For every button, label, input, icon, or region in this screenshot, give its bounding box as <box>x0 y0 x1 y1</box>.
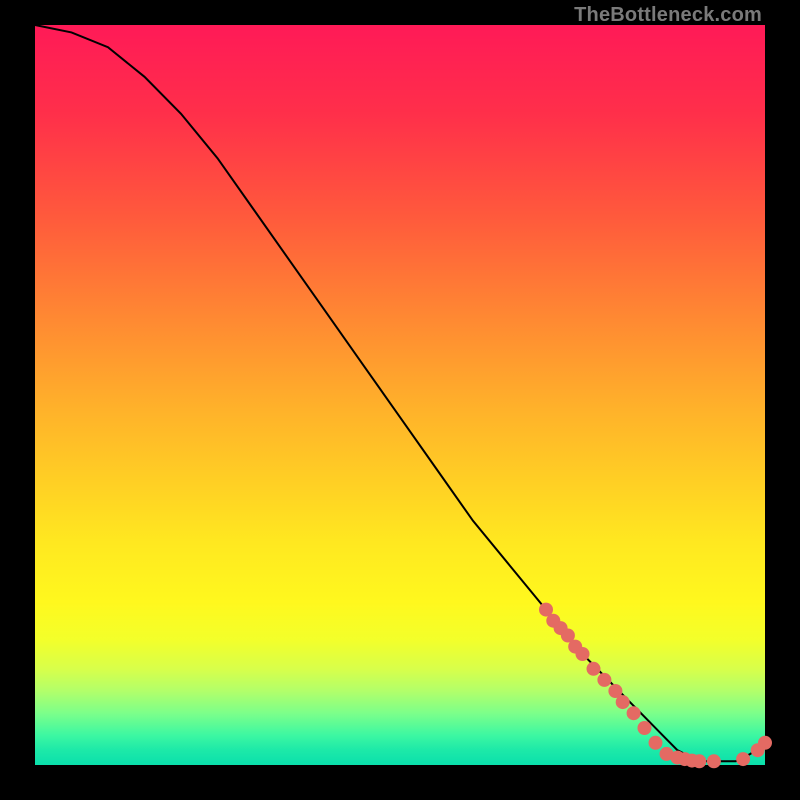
data-point <box>576 647 590 661</box>
data-points-group <box>539 603 772 769</box>
data-point <box>597 673 611 687</box>
data-point <box>758 736 772 750</box>
data-point <box>692 754 706 768</box>
data-point <box>587 662 601 676</box>
bottleneck-curve <box>35 25 765 761</box>
data-point <box>736 752 750 766</box>
data-point <box>616 695 630 709</box>
chart-stage: TheBottleneck.com <box>0 0 800 800</box>
watermark-text: TheBottleneck.com <box>574 4 762 27</box>
data-point <box>649 736 663 750</box>
chart-overlay <box>35 25 765 765</box>
data-point <box>638 721 652 735</box>
data-point <box>627 706 641 720</box>
data-point <box>707 754 721 768</box>
